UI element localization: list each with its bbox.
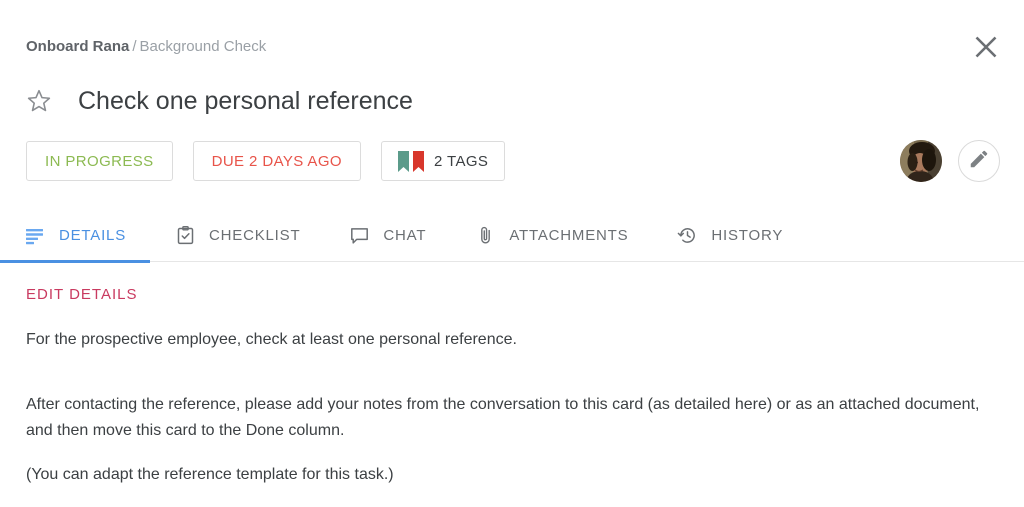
badge-row: IN PROGRESS DUE 2 DAYS AGO 2 TAGS [26,141,525,181]
clipboard-check-icon [174,225,196,247]
edit-details-link[interactable]: EDIT DETAILS [26,286,137,303]
speech-bubble-icon [348,225,370,247]
paperclip-icon [474,225,496,247]
history-clock-icon [676,225,698,247]
due-date-badge[interactable]: DUE 2 DAYS AGO [192,141,361,181]
tag-marks [397,150,424,172]
breadcrumb-parent[interactable]: Onboard Rana [26,38,129,55]
tab-chat[interactable]: CHAT [324,210,450,262]
card-actions [900,140,1000,182]
tag-mark-green-icon [397,150,409,172]
details-paragraph-3: (You can adapt the reference template fo… [26,466,394,483]
tab-history[interactable]: HISTORY [652,210,807,262]
tab-attachments[interactable]: ATTACHMENTS [450,210,652,262]
details-paragraph-2: After contacting the reference, please a… [26,396,980,439]
tags-badge-label: 2 TAGS [433,152,489,170]
subject-lines-icon [24,225,46,247]
tab-attachments-label: ATTACHMENTS [509,227,629,244]
breadcrumb-separator: / [132,38,137,55]
edit-button[interactable] [958,140,1000,182]
breadcrumb-current[interactable]: Background Check [140,38,267,55]
close-icon [973,34,999,60]
tag-mark-red-icon [412,150,424,172]
tab-chat-label: CHAT [383,227,427,244]
tab-checklist[interactable]: CHECKLIST [150,210,324,262]
task-detail-card: Onboard Rana / Background Check Check one … [0,0,1024,507]
close-button[interactable] [966,27,1006,67]
tab-checklist-label: CHECKLIST [209,227,301,244]
title-row: Check one personal reference [22,84,413,118]
tags-badge[interactable]: 2 TAGS [380,141,506,181]
tab-history-label: HISTORY [711,227,784,244]
star-outline-icon[interactable] [22,84,56,118]
tab-details[interactable]: DETAILS [0,210,151,263]
page-title: Check one personal reference [78,87,413,115]
assignee-avatar[interactable] [900,140,942,182]
pencil-icon [968,148,990,175]
status-badge[interactable]: IN PROGRESS [26,141,173,181]
breadcrumb: Onboard Rana / Background Check [26,36,266,58]
details-paragraph-1: For the prospective employee, check at l… [26,331,517,348]
tab-details-label: DETAILS [59,227,127,244]
tab-bar: DETAILS CHECKLIST CHAT ATTACHMENTS HISTO… [0,210,1024,263]
